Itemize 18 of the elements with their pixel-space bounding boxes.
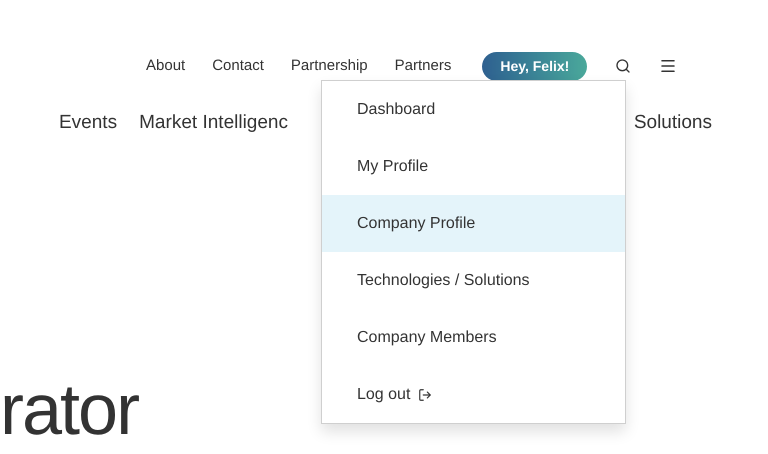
menu-item[interactable]: Technologies / Solutions (322, 252, 625, 309)
hero-heading: rator (0, 374, 138, 446)
logout-icon (418, 388, 432, 402)
nav-link[interactable]: Partnership (290, 54, 368, 78)
nav-link[interactable]: Events (59, 108, 118, 138)
nav-link[interactable]: Solutions (634, 108, 712, 138)
nav-link[interactable]: Partners (394, 54, 452, 78)
menu-icon[interactable] (659, 57, 678, 75)
nav-link[interactable]: About (146, 54, 186, 78)
user-button[interactable]: Hey, Felix! (482, 52, 588, 80)
menu-item[interactable]: Log out (322, 366, 625, 423)
search-icon[interactable] (615, 58, 632, 74)
nav-link[interactable]: Contact (212, 54, 264, 78)
menu-item[interactable]: My Profile (322, 138, 625, 195)
menu-item[interactable]: Company Members (322, 309, 625, 366)
menu-item[interactable]: Dashboard (322, 81, 625, 138)
menu-item[interactable]: Company Profile (322, 195, 625, 252)
nav-link[interactable]: Market Intelligenc (139, 108, 288, 138)
